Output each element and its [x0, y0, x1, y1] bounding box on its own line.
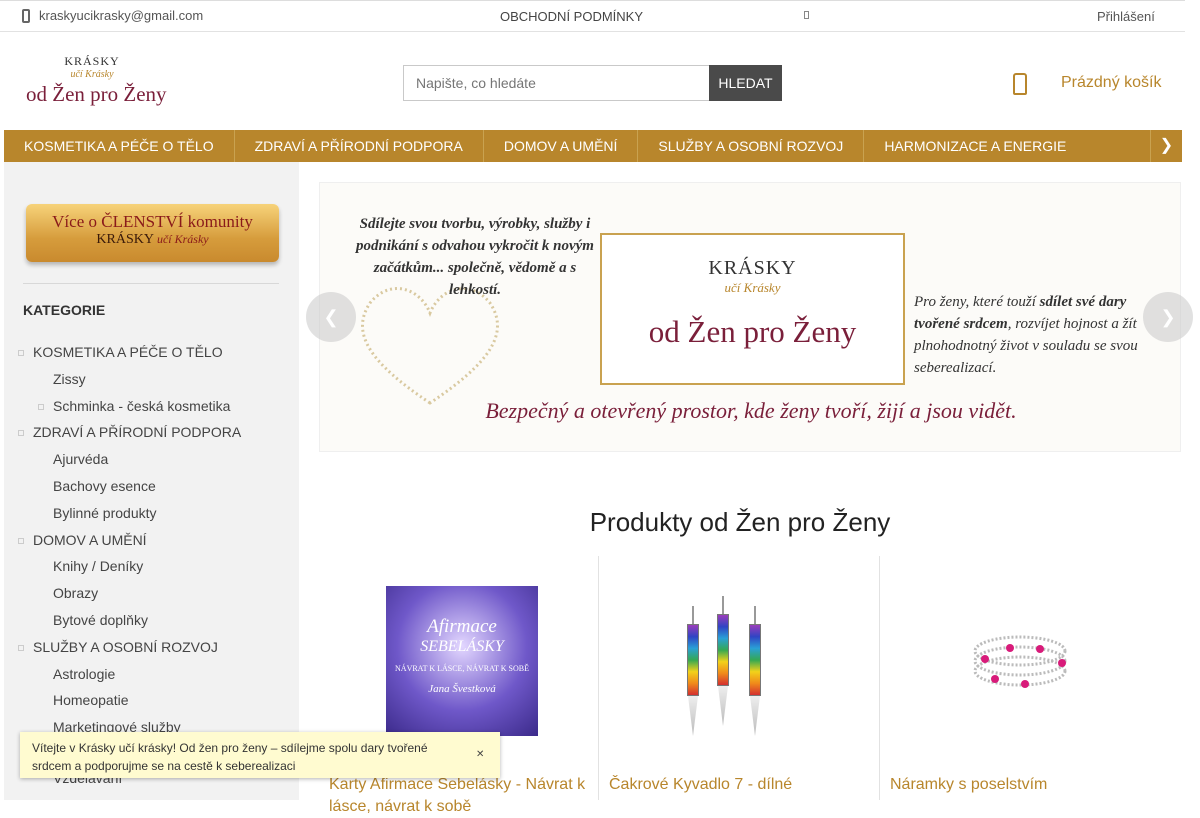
- book-cover-author: Jana Švestková: [428, 683, 496, 695]
- pendulum-icon: [717, 596, 729, 726]
- category-subitem[interactable]: Bylinné produkty: [4, 500, 299, 527]
- cart-icon[interactable]: [1013, 73, 1027, 95]
- main-nav: KOSMETIKA A PÉČE O TĚLO ZDRAVÍ A PŘÍRODN…: [4, 130, 1182, 162]
- category-subitem[interactable]: Ajurvéda: [4, 446, 299, 473]
- category-item[interactable]: DOMOV A UMĚNÍ: [4, 527, 299, 554]
- login-link[interactable]: Přihlášení: [1097, 9, 1155, 24]
- close-icon[interactable]: ✕: [476, 749, 484, 760]
- membership-krasky: KRÁSKY: [96, 232, 154, 247]
- top-bar: kraskyucikrasky@gmail.com OBCHODNÍ PODMÍ…: [0, 0, 1185, 32]
- category-subitem[interactable]: Obrazy: [4, 580, 299, 607]
- product-name[interactable]: Karty Afirmace Sebelásky - Návrat k lásc…: [329, 774, 594, 818]
- logo-line-2: učí Krásky: [70, 69, 114, 80]
- search-button[interactable]: HLEDAT: [709, 65, 782, 101]
- category-subitem[interactable]: Bytové doplňky: [4, 607, 299, 634]
- product-name[interactable]: Čakrové Kyvadlo 7 - dílné: [609, 774, 874, 796]
- banner-left-text: Sdílejte svou tvorbu, výrobky, služby i …: [356, 216, 594, 298]
- banner-center-logo: KRÁSKY učí Krásky od Žen pro Ženy: [600, 233, 905, 385]
- bracelet-image[interactable]: [970, 586, 1070, 736]
- category-subitem[interactable]: Zissy: [4, 366, 299, 393]
- search-input[interactable]: [403, 65, 709, 101]
- category-subitem[interactable]: Homeopatie: [4, 687, 299, 714]
- product-image[interactable]: [677, 586, 807, 736]
- banner-right-text: Pro ženy, které touží sdílet své dary tv…: [914, 291, 1174, 379]
- sidebar: Více o ČLENSTVÍ komunity KRÁSKY učí Krás…: [4, 162, 299, 800]
- nav-item-health[interactable]: ZDRAVÍ A PŘÍRODNÍ PODPORA: [235, 130, 484, 162]
- product-card[interactable]: Čakrové Kyvadlo 7 - dílné: [599, 556, 880, 800]
- logo-line-1: KRÁSKY: [64, 54, 120, 68]
- category-item[interactable]: SLUŽBY A OSOBNÍ ROZVOJ: [4, 634, 299, 661]
- hero-banner[interactable]: Sdílejte svou tvorbu, výrobky, služby i …: [319, 182, 1181, 452]
- category-subitem[interactable]: Bachovy esence: [4, 473, 299, 500]
- product-image[interactable]: Afirmace SEBELÁSKY NÁVRAT K LÁSCE, NÁVRA…: [386, 586, 538, 736]
- nav-item-services[interactable]: SLUŽBY A OSOBNÍ ROZVOJ: [638, 130, 865, 162]
- book-cover-title-1: Afirmace: [427, 616, 497, 637]
- cart-label[interactable]: Prázdný košík: [1061, 74, 1161, 92]
- info-icon[interactable]: [804, 11, 809, 19]
- pendulum-icon: [687, 606, 699, 736]
- nav-more-icon[interactable]: ❯: [1150, 130, 1182, 162]
- categories-title: KATEGORIE: [23, 302, 106, 318]
- email-text[interactable]: kraskyucikrasky@gmail.com: [39, 8, 203, 23]
- phone-icon: [22, 8, 30, 23]
- category-list: KOSMETIKA A PÉČE O TĚLO Zissy Schminka -…: [4, 339, 299, 741]
- book-cover-title-2: SEBELÁSKY: [420, 638, 504, 655]
- membership-uci: učí Krásky: [156, 232, 209, 246]
- banner-right-text-a: Pro ženy, které touží: [914, 294, 1040, 310]
- banner-bottom-text: Bezpečný a otevřený prostor, kde ženy tv…: [485, 398, 1017, 423]
- product-card[interactable]: Náramky s poselstvím: [880, 556, 1160, 800]
- site-header: KRÁSKY učí Krásky od Žen pro Ženy HLEDAT…: [0, 32, 1185, 130]
- pendulum-icon: [749, 606, 761, 736]
- carousel-next-icon[interactable]: ❯: [1143, 292, 1193, 342]
- sidebar-divider: [23, 283, 279, 284]
- logo-line-3: od Žen pro Ženy: [26, 82, 167, 106]
- terms-link[interactable]: OBCHODNÍ PODMÍNKY: [500, 9, 643, 24]
- membership-line-1: Více o ČLENSTVÍ komunity: [52, 212, 253, 231]
- nav-item-harmony[interactable]: HARMONIZACE A ENERGIE: [864, 130, 1086, 162]
- book-cover-subtitle: NÁVRAT K LÁSCE, NÁVRAT K SOBĚ: [395, 664, 529, 673]
- category-item[interactable]: ZDRAVÍ A PŘÍRODNÍ PODPORA: [4, 419, 299, 446]
- products-title: Produkty od Žen pro Ženy: [589, 507, 891, 537]
- category-subitem[interactable]: Knihy / Deníky: [4, 553, 299, 580]
- contact-email[interactable]: kraskyucikrasky@gmail.com: [22, 8, 203, 23]
- product-name[interactable]: Náramky s poselstvím: [890, 774, 1155, 796]
- search-form: HLEDAT: [403, 65, 782, 101]
- site-logo[interactable]: KRÁSKY učí Krásky od Žen pro Ženy: [26, 54, 167, 110]
- welcome-toast: Vítejte v Krásky učí krásky! Od žen pro …: [20, 732, 500, 778]
- membership-line-2: KRÁSKY učí Krásky: [26, 232, 279, 248]
- membership-banner[interactable]: Více o ČLENSTVÍ komunity KRÁSKY učí Krás…: [26, 204, 279, 262]
- category-subitem[interactable]: Astrologie: [4, 661, 299, 688]
- banner-logo-line-2: učí Krásky: [724, 280, 781, 295]
- nav-item-cosmetics[interactable]: KOSMETIKA A PÉČE O TĚLO: [4, 130, 235, 162]
- category-item[interactable]: KOSMETIKA A PÉČE O TĚLO: [4, 339, 299, 366]
- nav-item-home-art[interactable]: DOMOV A UMĚNÍ: [484, 130, 639, 162]
- category-subitem[interactable]: Schminka - česká kosmetika: [4, 393, 299, 420]
- toast-message: Vítejte v Krásky učí krásky! Od žen pro …: [32, 741, 428, 773]
- banner-logo-line-1: KRÁSKY: [708, 257, 797, 279]
- banner-logo-line-3: od Žen pro Ženy: [648, 314, 857, 349]
- carousel-prev-icon[interactable]: ❮: [306, 292, 356, 342]
